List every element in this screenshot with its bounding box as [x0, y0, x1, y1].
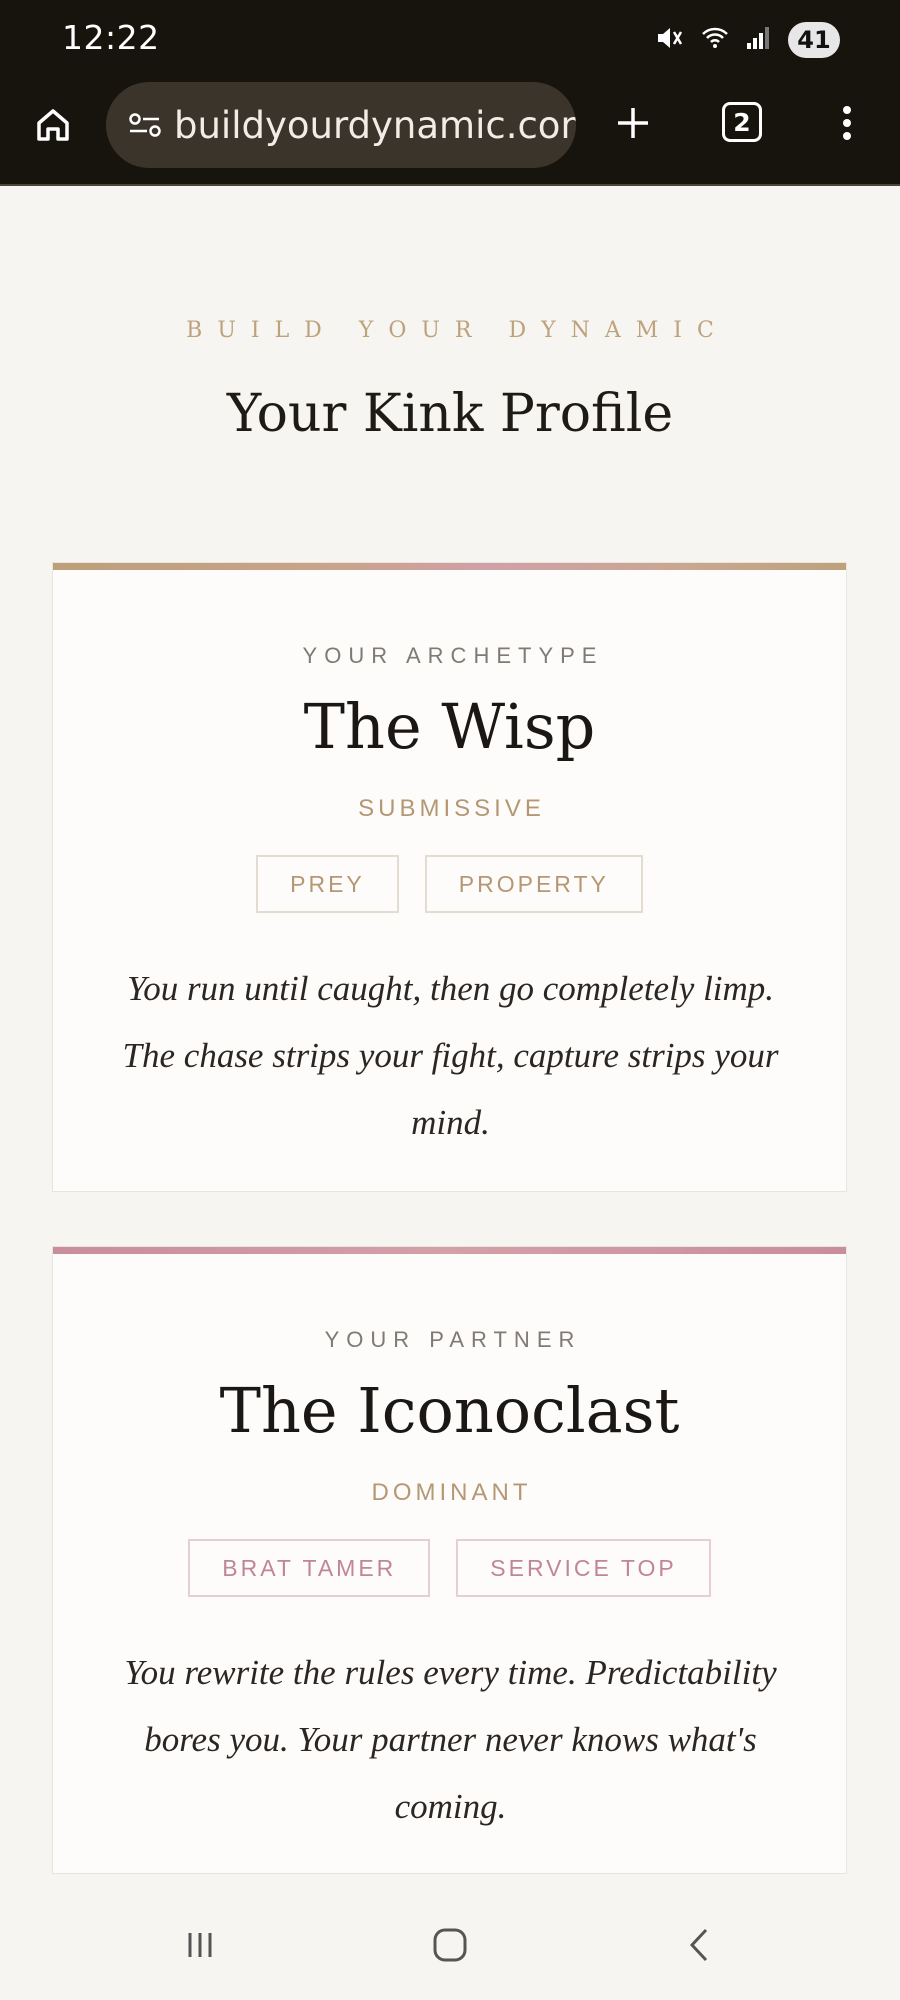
partner-name: The Iconoclast [219, 1374, 680, 1447]
site-eyebrow: BUILD YOUR DYNAMIC [186, 318, 729, 343]
site-info-icon[interactable] [120, 100, 170, 150]
page-content: BUILD YOUR DYNAMIC Your Kink Profile YOU… [0, 188, 900, 1890]
archetype-role: SUBMISSIVE [358, 795, 545, 822]
more-menu-icon[interactable] [825, 98, 869, 148]
partner-card: YOUR PARTNER The Iconoclast DOMINANT BRA… [52, 1246, 847, 1874]
archetype-tags: PREY PROPERTY [53, 855, 846, 913]
partner-description: You rewrite the rules every time. Predic… [124, 1653, 777, 1826]
new-tab-icon[interactable] [608, 98, 658, 148]
status-time: 12:22 [62, 18, 160, 57]
mute-icon [654, 23, 684, 58]
recent-apps-icon[interactable] [170, 1915, 230, 1975]
partner-role: DOMINANT [371, 1479, 532, 1506]
page-title: Your Kink Profile [226, 384, 674, 444]
status-icons: 41 [654, 20, 840, 60]
card-label: YOUR PARTNER [324, 1327, 582, 1352]
wifi-icon [700, 23, 730, 58]
tag-brat-tamer: BRAT TAMER [188, 1539, 431, 1597]
tag-service-top: SERVICE TOP [456, 1539, 711, 1597]
signal-icon [746, 23, 772, 58]
card-accent-bar [53, 1247, 846, 1254]
home-nav-icon[interactable] [420, 1915, 480, 1975]
card-accent-bar [53, 563, 846, 570]
home-icon[interactable] [28, 100, 78, 150]
back-icon[interactable] [670, 1915, 730, 1975]
card-label: YOUR ARCHETYPE [302, 643, 604, 668]
status-bar: 12:22 41 [0, 0, 900, 78]
archetype-description: You run until caught, then go completely… [122, 969, 779, 1142]
archetype-card: YOUR ARCHETYPE The Wisp SUBMISSIVE PREY … [52, 562, 847, 1192]
system-nav-bar [0, 1890, 900, 2000]
tab-switcher-button[interactable]: 2 [722, 102, 762, 142]
browser-toolbar: buildyourdynamic.com 2 [0, 78, 900, 186]
url-text[interactable]: buildyourdynamic.com [174, 104, 576, 147]
partner-tags: BRAT TAMER SERVICE TOP [53, 1539, 846, 1597]
tag-property: PROPERTY [424, 855, 643, 913]
archetype-name: The Wisp [303, 690, 596, 763]
tag-prey: PREY [256, 855, 399, 913]
address-bar[interactable]: buildyourdynamic.com [106, 82, 576, 168]
battery-icon: 41 [788, 22, 840, 58]
